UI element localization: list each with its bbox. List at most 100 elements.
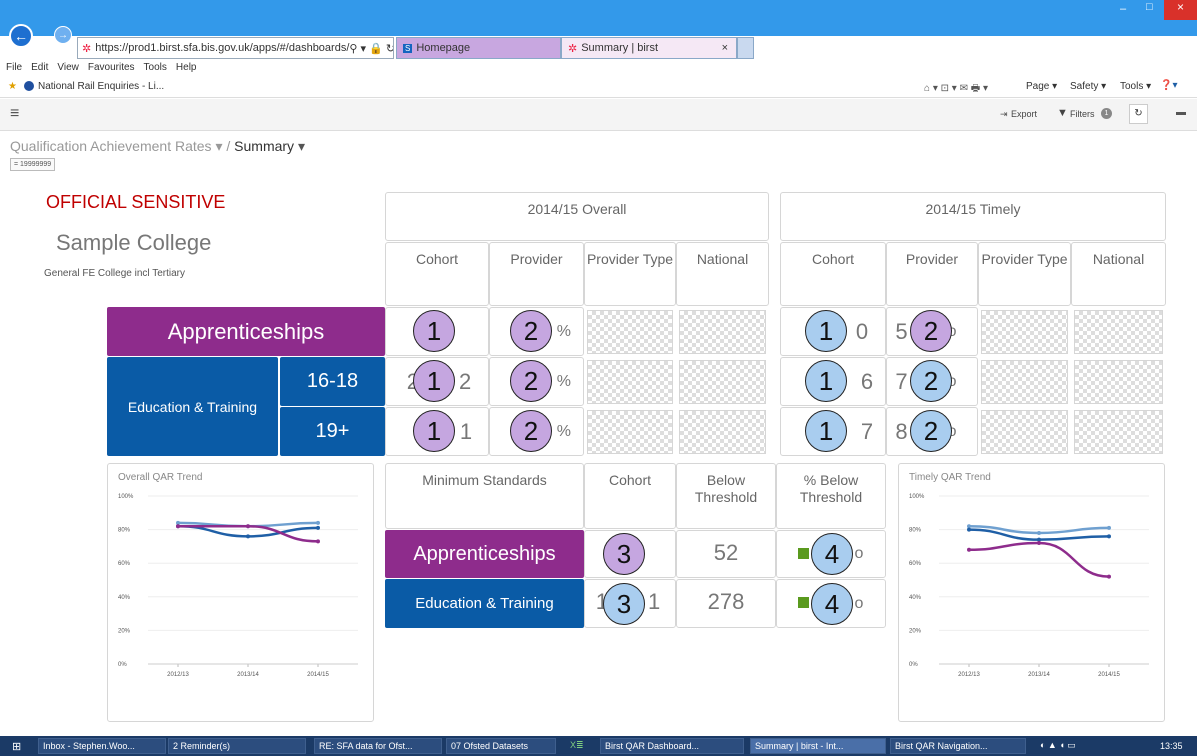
series-line: [968, 541, 1110, 578]
timely-provider-type-1618-hidden: [981, 360, 1068, 404]
command-icons[interactable]: ⌂ ▾ ⊡ ▾ ✉ 🖶 ▾: [924, 81, 988, 98]
forward-button[interactable]: →: [54, 26, 72, 44]
data-point[interactable]: [246, 534, 250, 539]
new-tab-button[interactable]: [737, 37, 754, 59]
help-icon[interactable]: ❓▾: [1160, 80, 1177, 91]
timely-col-provider-type: Provider Type: [978, 242, 1071, 306]
age-16-18-block[interactable]: 16-18: [280, 357, 385, 406]
breadcrumb-parent-chevron[interactable]: ▾ /: [212, 138, 235, 154]
address-bar[interactable]: ✲ https://prod1.birst.sfa.bis.gov.uk/app…: [77, 37, 394, 59]
breadcrumb: Qualification Achievement Rates ▾ / Summ…: [10, 138, 305, 155]
tab-close-icon[interactable]: ×: [722, 42, 736, 54]
y-tick-label: 40%: [118, 595, 131, 601]
min-education-training-block[interactable]: Education & Training: [385, 579, 584, 628]
tray-icons[interactable]: ◐ ▲ ◖ ▭: [1040, 740, 1076, 751]
home-star-gear-icons[interactable]: ⌂ ★ ⚙: [1140, 40, 1178, 56]
export-button[interactable]: Export: [1011, 109, 1037, 119]
breadcrumb-parent[interactable]: Qualification Achievement Rates: [10, 138, 212, 154]
favourite-link[interactable]: National Rail Enquiries - Li...: [38, 81, 164, 92]
favourites-star-icon[interactable]: ★: [8, 81, 17, 92]
close-icon[interactable]: ×: [1164, 0, 1197, 20]
menu-tools[interactable]: Tools: [144, 62, 167, 73]
menu-help[interactable]: Help: [176, 62, 197, 73]
tools-menu[interactable]: Tools ▾: [1120, 81, 1151, 92]
badge-2: 2: [510, 310, 552, 352]
taskbar-item-word[interactable]: Birst QAR Dashboard...: [600, 738, 744, 754]
timely-national-19-hidden: [1074, 410, 1163, 454]
safety-menu[interactable]: Safety ▾: [1070, 81, 1106, 92]
overall-col-provider-type: Provider Type: [584, 242, 676, 306]
data-point[interactable]: [1107, 525, 1111, 530]
refresh-button[interactable]: ↻: [1129, 104, 1148, 124]
status-square-icon: [798, 597, 809, 608]
data-point[interactable]: [1037, 541, 1041, 546]
favourites-bar: ★ National Rail Enquiries - Li... ⌂ ▾ ⊡ …: [0, 76, 1197, 98]
taskbar-item-email[interactable]: RE: SFA data for Ofst...: [314, 738, 442, 754]
data-point[interactable]: [967, 527, 971, 532]
breadcrumb-current[interactable]: Summary: [234, 138, 294, 154]
badge-2: 2: [910, 360, 952, 402]
maximize-icon[interactable]: □: [1146, 1, 1153, 13]
apprenticeships-block[interactable]: Apprenticeships: [107, 307, 385, 356]
data-point[interactable]: [316, 539, 320, 544]
menu-favourites[interactable]: Favourites: [88, 62, 135, 73]
x-tick-label: 2013/14: [1028, 672, 1050, 678]
overall-trend-panel: Overall QAR Trend 100% 80% 60% 40% 20% 0% 2012…: [107, 463, 374, 722]
data-point[interactable]: [1037, 530, 1041, 535]
data-point[interactable]: [967, 547, 971, 552]
tab-homepage[interactable]: S Homepage: [396, 37, 561, 59]
site-icon: ✲: [82, 42, 92, 55]
taskbar-item-ie[interactable]: Summary | birst - Int...: [750, 738, 886, 754]
taskbar-item-reminder[interactable]: 2 Reminder(s): [168, 738, 306, 754]
filters-button[interactable]: Filters: [1070, 109, 1095, 119]
overall-trend-chart: 100% 80% 60% 40% 20% 0% 2012/13 2013/14 2014/15: [118, 494, 358, 678]
menu-file[interactable]: File: [6, 62, 22, 73]
y-tick-label: 80%: [909, 528, 922, 534]
menu-view[interactable]: View: [57, 62, 79, 73]
y-tick-label: 60%: [118, 561, 131, 567]
taskbar-item-outlook[interactable]: Inbox - Stephen.Woo...: [38, 738, 166, 754]
data-point[interactable]: [316, 520, 320, 525]
min-standards-col-pct-below: % Below Threshold: [776, 463, 886, 529]
data-point[interactable]: [1107, 534, 1111, 539]
breadcrumb-chevron[interactable]: ▾: [294, 138, 305, 154]
data-point[interactable]: [316, 525, 320, 530]
hamburger-menu-icon[interactable]: ≡: [10, 105, 19, 123]
taskbar-item-powerpoint[interactable]: Birst QAR Navigation...: [890, 738, 1026, 754]
y-tick-label: 100%: [118, 494, 134, 500]
badge-2: 2: [510, 410, 552, 452]
timely-provider-type-19-hidden: [981, 410, 1068, 454]
taskbar-item-folder[interactable]: 07 Ofsted Datasets: [446, 738, 556, 754]
y-tick-label: 80%: [118, 528, 131, 534]
x-tick-label: 2014/15: [307, 672, 329, 678]
min-standards-title: Minimum Standards: [385, 463, 584, 529]
windows-start-icon[interactable]: ⊞: [12, 740, 21, 753]
tab-label: Homepage: [416, 42, 471, 54]
data-point[interactable]: [1107, 574, 1111, 579]
data-point[interactable]: [246, 524, 250, 529]
menu-bar: File Edit View Favourites Tools Help: [0, 59, 1197, 76]
badge-1: 1: [413, 360, 455, 402]
min-apprenticeships-block[interactable]: Apprenticeships: [385, 530, 584, 578]
badge-2: 2: [910, 410, 952, 452]
excel-icon[interactable]: X≣: [570, 740, 584, 751]
overall-national-1618-hidden: [679, 360, 766, 404]
page-menu[interactable]: Page ▾: [1026, 81, 1057, 92]
overall-title: 2014/15 Overall: [385, 192, 769, 241]
app-toolbar: ≡ ⇥ Export ▼ Filters 1 ↻ ▬: [0, 99, 1197, 131]
collapse-icon[interactable]: ▬: [1176, 107, 1186, 118]
search-icon[interactable]: ⚲ ▾ 🔒 ↻: [349, 42, 393, 55]
education-training-block[interactable]: Education & Training: [107, 357, 278, 456]
filter-chip[interactable]: = 19999999: [10, 158, 56, 171]
age-19-block[interactable]: 19+: [280, 407, 385, 456]
overall-col-provider: Provider: [489, 242, 584, 306]
tab-summary[interactable]: ✲ Summary | birst ×: [561, 37, 737, 59]
back-button[interactable]: ←: [9, 24, 33, 48]
data-point[interactable]: [176, 524, 180, 529]
title-bar: ← → – □ ×: [0, 0, 1197, 48]
minimize-icon[interactable]: –: [1120, 3, 1126, 15]
export-icon: ⇥: [1000, 109, 1008, 119]
rail-icon: [24, 81, 34, 91]
college-name: Sample College: [56, 230, 212, 255]
menu-edit[interactable]: Edit: [31, 62, 48, 73]
